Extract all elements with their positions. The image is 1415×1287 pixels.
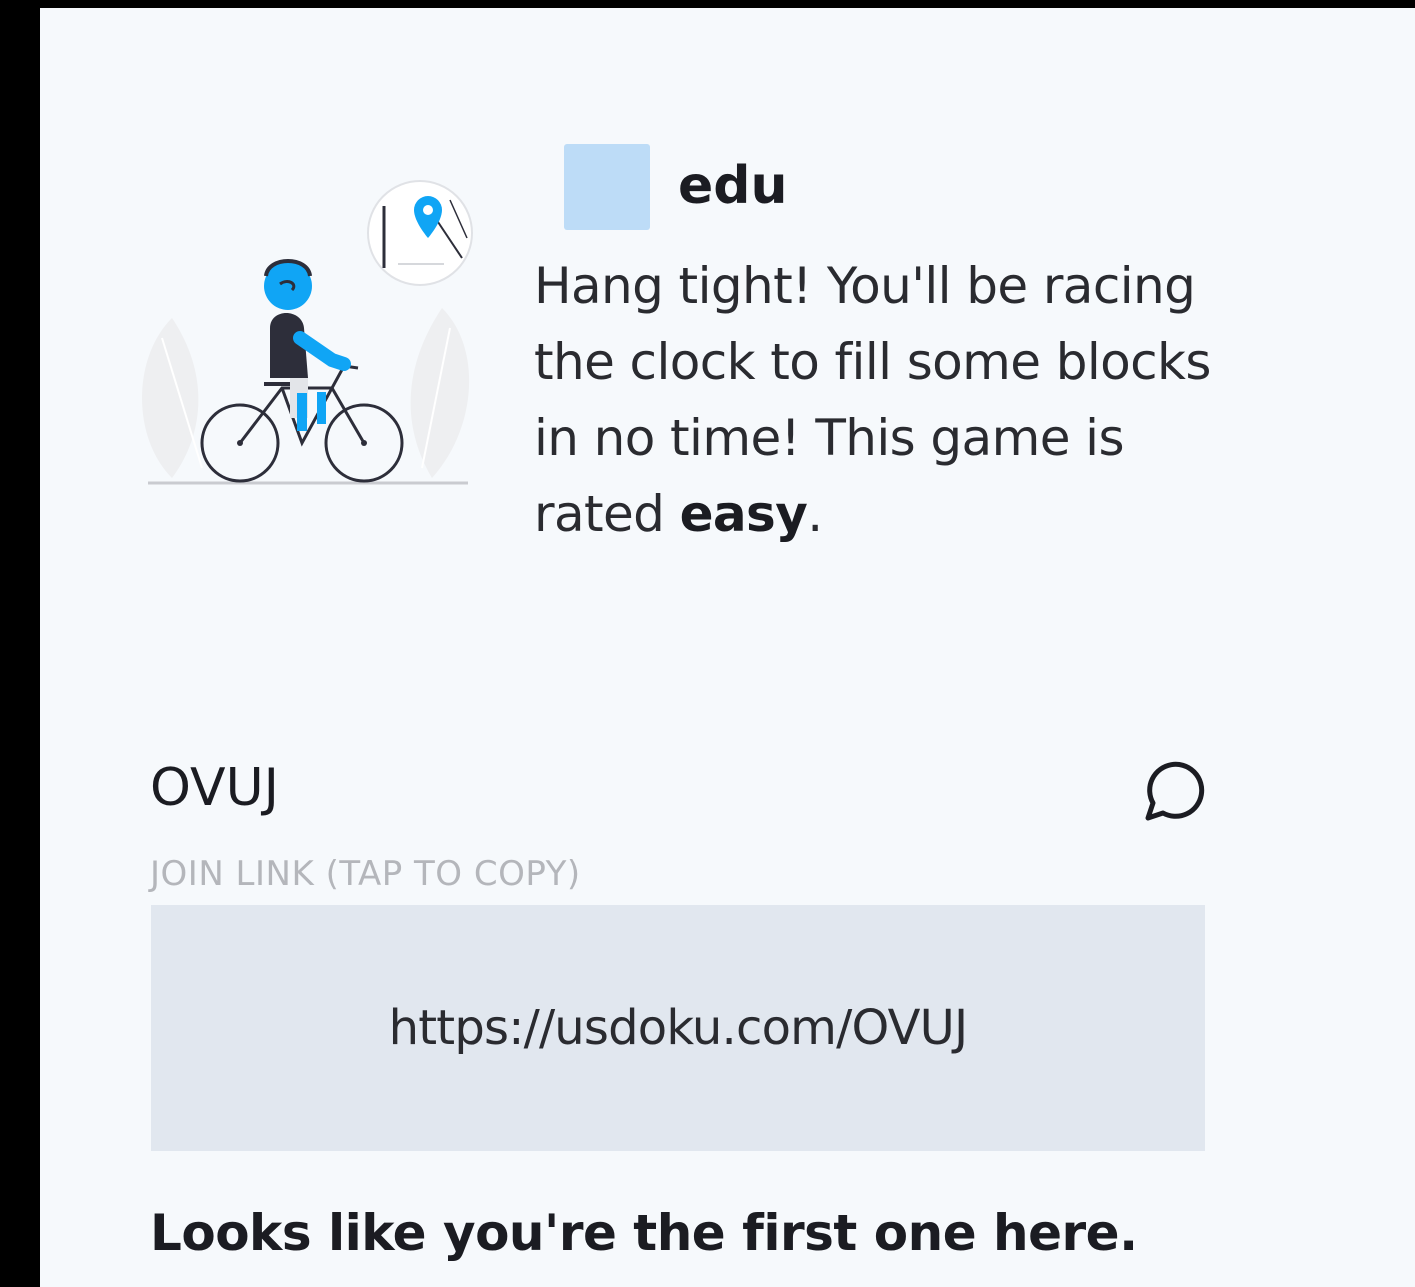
status-message: Looks like you're the first one here. xyxy=(150,1204,1138,1262)
player-avatar xyxy=(564,144,650,230)
game-code: OVUJ xyxy=(150,758,279,818)
top-border xyxy=(0,0,1415,8)
join-link-label: JOIN LINK (TAP TO COPY) xyxy=(150,854,581,894)
intro-message-end: . xyxy=(807,485,823,543)
chat-button[interactable] xyxy=(1136,756,1206,826)
cyclist-illustration xyxy=(142,180,473,485)
player-name: edu xyxy=(678,156,788,216)
join-link-copy-button[interactable]: https://usdoku.com/OVUJ xyxy=(151,905,1205,1151)
chat-bubble-icon xyxy=(1145,761,1205,821)
lobby-panel: edu Hang tight! You'll be racing the clo… xyxy=(40,8,1415,1287)
difficulty-label: easy xyxy=(679,485,808,543)
left-border xyxy=(0,0,40,1287)
intro-message-text: Hang tight! You'll be racing the clock t… xyxy=(534,257,1211,543)
join-link-url: https://usdoku.com/OVUJ xyxy=(388,1000,968,1056)
intro-message: Hang tight! You'll be racing the clock t… xyxy=(534,248,1254,552)
